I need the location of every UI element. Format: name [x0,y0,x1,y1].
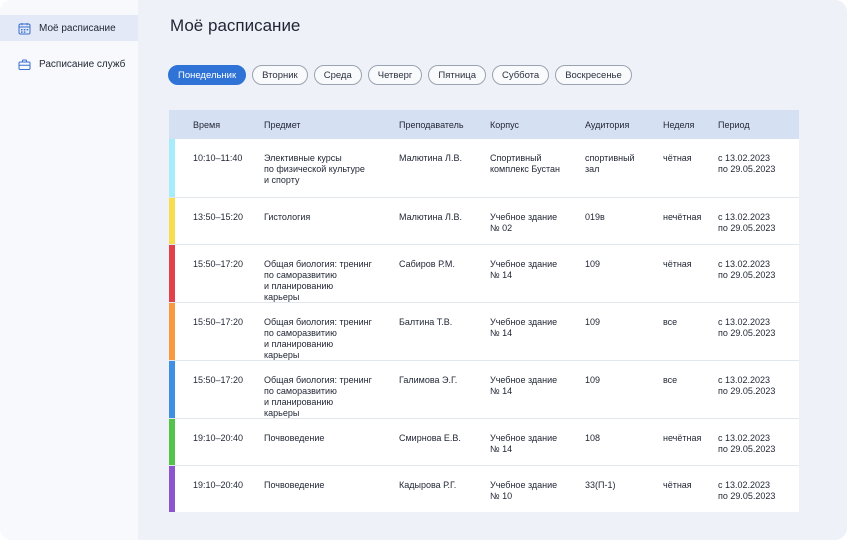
row-color-bar [169,139,175,197]
tab-sunday[interactable]: Воскресенье [555,65,632,85]
header-room: Аудитория [585,120,630,130]
row-color-bar [169,419,175,465]
row-color-bar [169,303,175,360]
cell-time: 15:50–17:20 [193,259,244,269]
cell-period: с 13.02.2023 по 29.05.2023 [718,433,776,454]
cell-subject: Общая биология: тренинг по саморазвитию … [264,317,372,360]
day-tabs: Понедельник Вторник Среда Четверг Пятниц… [168,65,638,85]
cell-teacher: Малютина Л.В. [399,212,462,222]
cell-building: Учебное здание № 10 [490,480,558,501]
cell-subject: Общая биология: тренинг по саморазвитию … [264,375,372,418]
cell-subject: Почвоведение [264,433,325,443]
cell-week: чётная [663,480,692,490]
cell-week: чётная [663,259,692,269]
cell-room: 019в [585,212,605,222]
cell-week: все [663,375,678,385]
cell-room: 33(П-1) [585,480,616,490]
cell-building: Спортивный комплекс Бустан [490,153,561,174]
cell-room: 108 [585,433,601,443]
table-row[interactable]: 19:10–20:40 Почвоведение Кадырова Р.Г. У… [169,466,799,512]
cell-week: все [663,317,678,327]
sidebar-item-label: Моё расписание [39,22,116,34]
cell-week: чётная [663,153,692,163]
cell-subject: Элективные курсы по физической культуре … [264,153,365,185]
cell-room: 109 [585,259,601,269]
table-row[interactable]: 13:50–15:20 Гистология Малютина Л.В. Уче… [169,198,799,245]
cell-time: 10:10–11:40 [193,153,243,163]
cell-teacher: Балтина Т.В. [399,317,453,327]
cell-time: 19:10–20:40 [193,433,244,443]
table-row[interactable]: 15:50–17:20 Общая биология: тренинг по с… [169,361,799,419]
page-title: Моё расписание [170,16,301,35]
cell-subject: Гистология [264,212,311,222]
cell-subject: Общая биология: тренинг по саморазвитию … [264,259,372,302]
main-content: Моё расписание Понедельник Вторник Среда… [138,0,847,540]
table-row[interactable]: 10:10–11:40 Элективные курсы по физическ… [169,139,799,198]
cell-period: с 13.02.2023 по 29.05.2023 [718,212,776,233]
table-row[interactable]: 15:50–17:20 Общая биология: тренинг по с… [169,245,799,303]
header-building: Корпус [490,120,520,130]
cell-building: Учебное здание № 14 [490,433,558,454]
cell-building: Учебное здание № 14 [490,317,558,338]
schedule-table: Время Предмет Преподаватель Корпус Аудит… [169,110,799,512]
sidebar-item-services-schedule[interactable]: Расписание служб [0,51,138,77]
cell-room: 109 [585,317,601,327]
table-header: Время Предмет Преподаватель Корпус Аудит… [169,110,799,139]
header-period: Период [718,120,750,130]
cell-building: Учебное здание № 14 [490,375,558,396]
cell-room: спортивный зал [585,153,635,174]
cell-week: нечётная [663,212,702,222]
cell-building: Учебное здание № 02 [490,212,558,233]
cell-period: с 13.02.2023 по 29.05.2023 [718,317,776,338]
tab-thursday[interactable]: Четверг [367,65,423,85]
header-week: Неделя [663,120,695,130]
briefcase-icon [18,57,32,71]
tab-tuesday[interactable]: Вторник [252,65,308,85]
sidebar: Моё расписание Расписание служб [0,0,138,540]
calendar-icon [18,21,32,35]
cell-time: 19:10–20:40 [193,480,244,490]
header-subject: Предмет [264,120,301,130]
table-row[interactable]: 19:10–20:40 Почвоведение Смирнова Е.В. У… [169,419,799,466]
row-color-bar [169,361,175,418]
cell-period: с 13.02.2023 по 29.05.2023 [718,480,776,501]
cell-teacher: Смирнова Е.В. [399,433,461,443]
cell-building: Учебное здание № 14 [490,259,558,280]
cell-teacher: Галимова Э.Г. [399,375,458,385]
cell-teacher: Кадырова Р.Г. [399,480,457,490]
table-row[interactable]: 15:50–17:20 Общая биология: тренинг по с… [169,303,799,361]
sidebar-item-my-schedule[interactable]: Моё расписание [0,15,138,41]
cell-period: с 13.02.2023 по 29.05.2023 [718,375,776,396]
tab-friday[interactable]: Пятница [428,65,486,85]
tab-wednesday[interactable]: Среда [313,65,362,85]
header-teacher: Преподаватель [399,120,464,130]
cell-room: 109 [585,375,601,385]
row-color-bar [169,466,175,512]
cell-time: 13:50–15:20 [193,212,244,222]
sidebar-item-label: Расписание служб [39,58,126,70]
cell-time: 15:50–17:20 [193,375,244,385]
cell-teacher: Малютина Л.В. [399,153,462,163]
tab-saturday[interactable]: Суббота [491,65,550,85]
row-color-bar [169,198,175,244]
cell-time: 15:50–17:20 [193,317,244,327]
cell-period: с 13.02.2023 по 29.05.2023 [718,153,776,174]
cell-subject: Почвоведение [264,480,325,490]
cell-teacher: Сабиров Р.М. [399,259,455,269]
cell-week: нечётная [663,433,702,443]
app-window: Моё расписание Расписание служб Моё расп… [0,0,847,540]
tab-monday[interactable]: Понедельник [168,65,247,85]
cell-period: с 13.02.2023 по 29.05.2023 [718,259,776,280]
header-time: Время [193,120,221,130]
row-color-bar [169,245,175,302]
